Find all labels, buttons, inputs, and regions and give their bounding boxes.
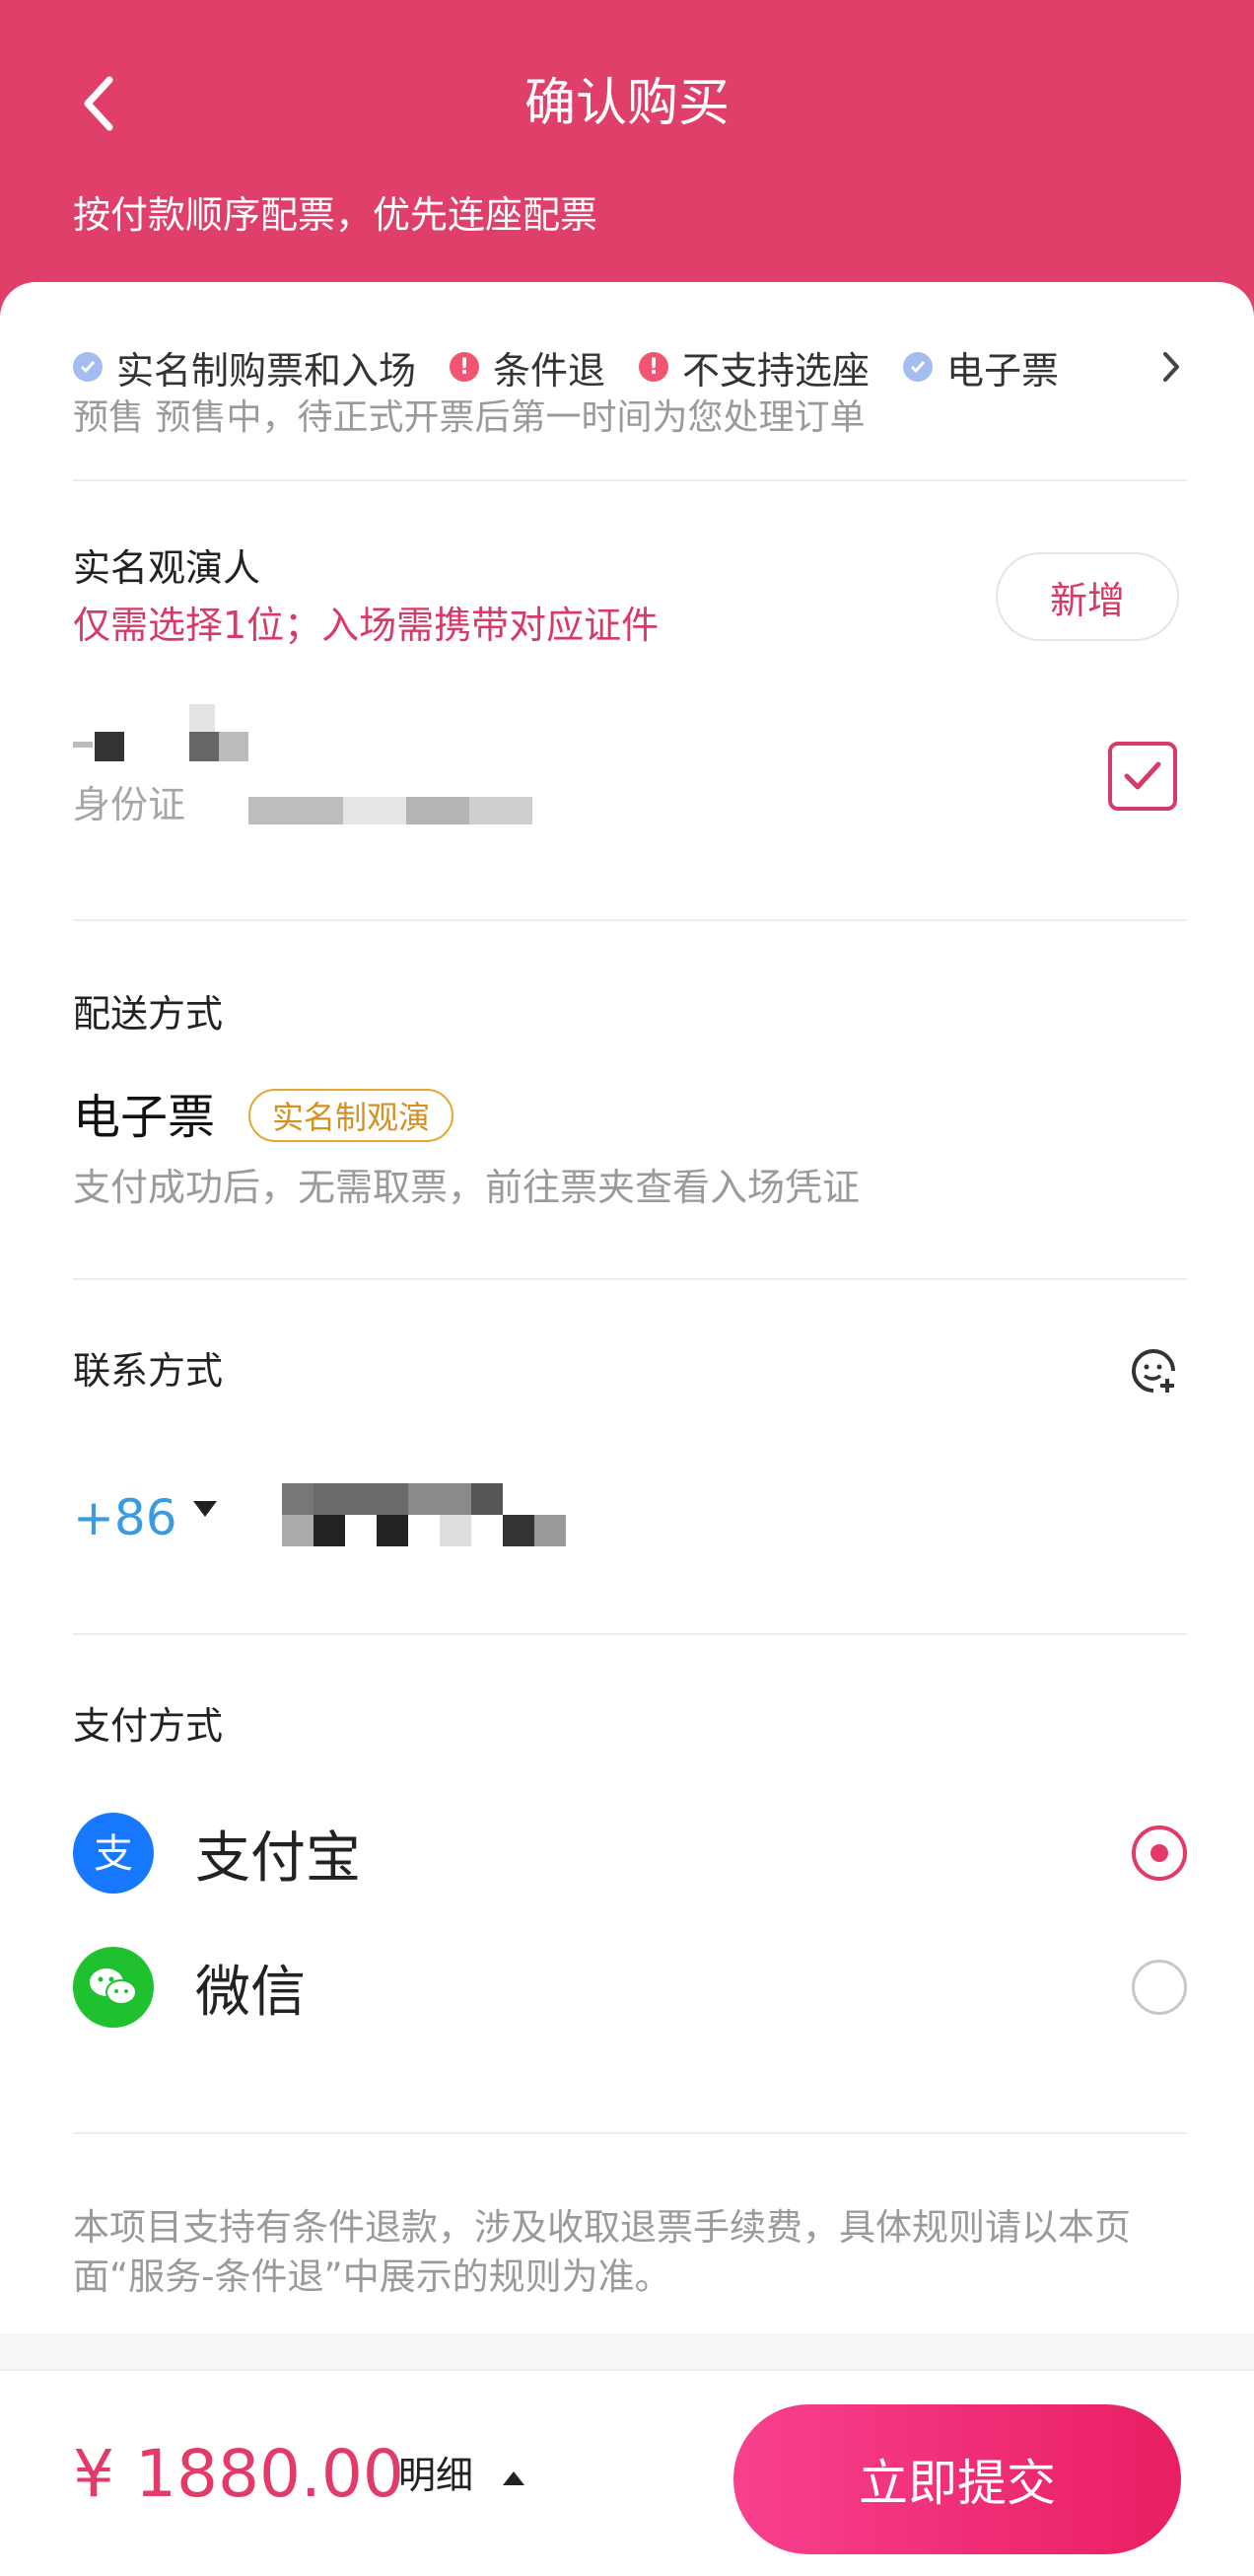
exclamation-icon: ! bbox=[450, 352, 480, 382]
divider bbox=[73, 1278, 1187, 1280]
header-bar: 确认购买 按付款顺序配票，优先连座配票 bbox=[0, 0, 1254, 325]
refund-note: 本项目支持有条件退款，涉及收取退票手续费，具体规则请以本页面“服务-条件退”中展… bbox=[73, 2206, 1131, 2298]
radio-selected[interactable] bbox=[1132, 1825, 1187, 1881]
service-tag: ! 条件退 bbox=[450, 340, 605, 394]
check-icon bbox=[73, 352, 103, 382]
service-tag: 电子票 bbox=[903, 340, 1059, 394]
country-code-selector[interactable]: +86 bbox=[73, 1483, 177, 1552]
checkout-footer: ¥ 1880.00 明细 立即提交 bbox=[0, 2369, 1254, 2576]
payment-option-label: 支付宝 bbox=[195, 1825, 361, 1891]
divider bbox=[73, 919, 1187, 921]
service-tag-label: 电子票 bbox=[946, 348, 1060, 393]
delivery-desc: 支付成功后，无需取票，前往票夹查看入场凭证 bbox=[73, 1166, 861, 1209]
service-tag-label: 实名制购票和入场 bbox=[116, 348, 417, 393]
radio-unselected[interactable] bbox=[1132, 1960, 1187, 2015]
payment-option-alipay[interactable]: 支 支付宝 bbox=[73, 1809, 1187, 1897]
contact-section-title: 联系方式 bbox=[73, 1349, 224, 1393]
service-tag: ! 不支持选座 bbox=[639, 340, 870, 394]
alipay-icon: 支 bbox=[73, 1813, 154, 1894]
attendee-checkbox[interactable] bbox=[1108, 742, 1177, 811]
exclamation-icon: ! bbox=[639, 352, 669, 382]
delivery-method: 电子票 bbox=[73, 1090, 216, 1145]
order-card: 实名制购票和入场 ! 条件退 ! 不支持选座 电子票 预售 预售中，待正式开票后… bbox=[0, 282, 1254, 2333]
divider bbox=[73, 1633, 1187, 1635]
caret-down-icon[interactable] bbox=[193, 1501, 217, 1517]
realname-badge: 实名制观演 bbox=[248, 1089, 454, 1142]
price-detail-toggle[interactable]: 明细 bbox=[398, 2446, 473, 2505]
contact-book-icon[interactable] bbox=[1130, 1347, 1177, 1395]
id-type-label: 身份证 bbox=[73, 783, 186, 826]
attendee-note: 仅需选择1位；入场需携带对应证件 bbox=[73, 604, 660, 647]
payment-section-title: 支付方式 bbox=[73, 1704, 224, 1748]
wechat-icon bbox=[73, 1947, 154, 2028]
caret-up-icon[interactable] bbox=[503, 2471, 524, 2485]
svg-text:支: 支 bbox=[94, 1831, 133, 1877]
delivery-section-title: 配送方式 bbox=[73, 992, 224, 1036]
divider bbox=[73, 479, 1187, 481]
service-tag-label: 不支持选座 bbox=[682, 348, 871, 393]
check-icon bbox=[903, 352, 934, 382]
service-tags[interactable]: 实名制购票和入场 ! 条件退 ! 不支持选座 电子票 bbox=[73, 337, 1187, 396]
payment-option-label: 微信 bbox=[195, 1960, 306, 2025]
service-tag-label: 条件退 bbox=[493, 348, 606, 393]
checkmark-icon bbox=[1124, 761, 1161, 790]
bottom-spacer bbox=[0, 2333, 1254, 2369]
tags-more-button[interactable] bbox=[1151, 337, 1191, 396]
total-price: ¥ 1880.00 bbox=[73, 2436, 404, 2512]
attendee-section-title: 实名观演人 bbox=[73, 546, 261, 590]
submit-order-button[interactable]: 立即提交 bbox=[733, 2404, 1181, 2554]
presale-note: 预售 预售中，待正式开票后第一时间为您处理订单 bbox=[73, 397, 866, 438]
divider bbox=[73, 2132, 1187, 2134]
service-tag: 实名制购票和入场 bbox=[73, 340, 416, 394]
page-title: 确认购买 bbox=[523, 74, 730, 133]
page-subtitle: 按付款顺序配票，优先连座配票 bbox=[73, 193, 598, 237]
payment-option-wechat[interactable]: 微信 bbox=[73, 1943, 1187, 2032]
add-attendee-button[interactable]: 新增 bbox=[996, 552, 1179, 641]
chevron-right-icon bbox=[1163, 352, 1179, 382]
